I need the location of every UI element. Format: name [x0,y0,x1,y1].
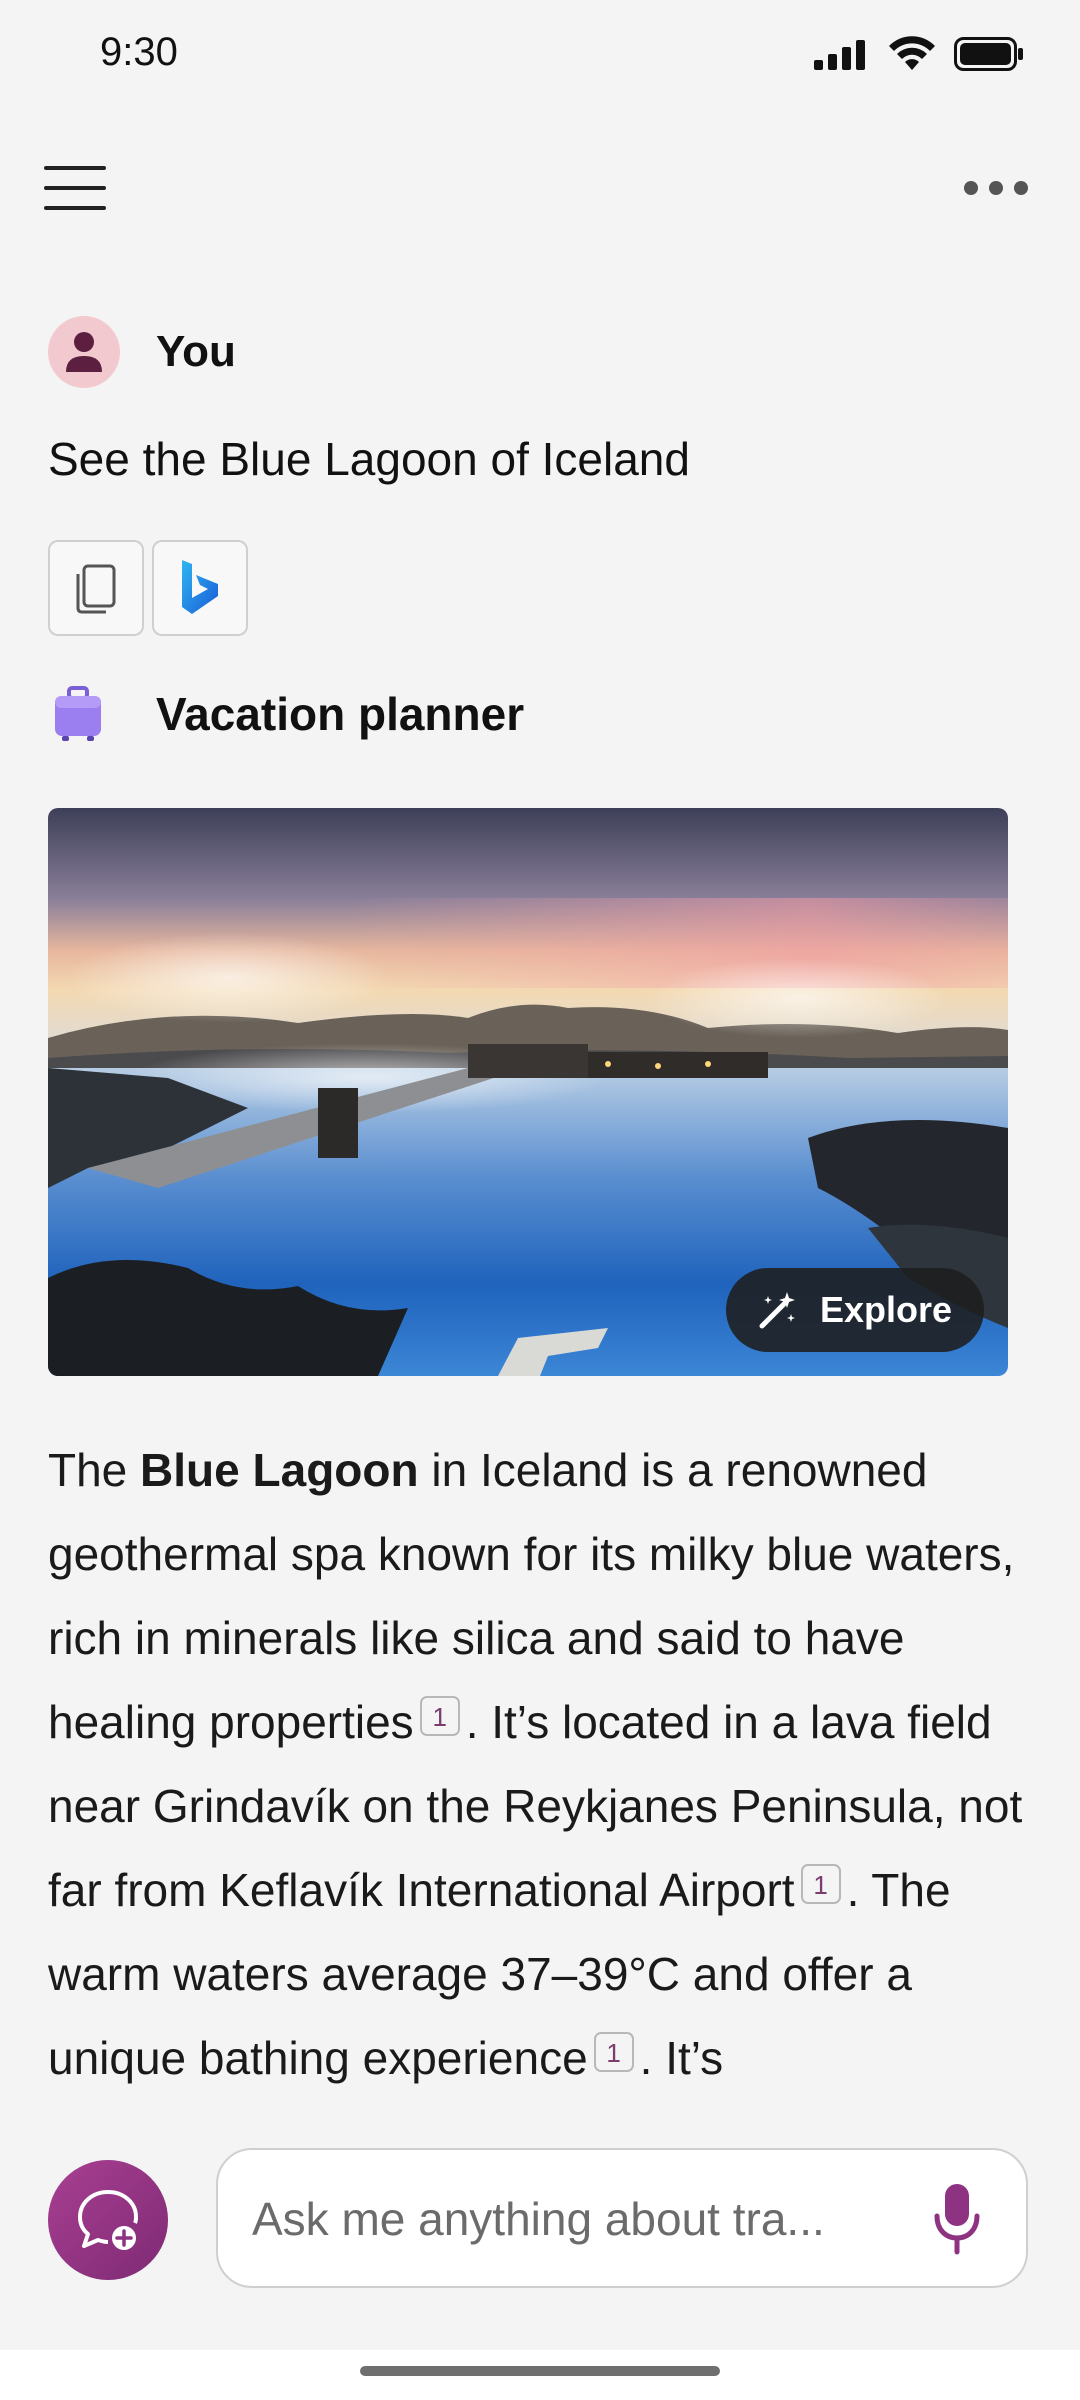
status-time: 9:30 [100,30,178,74]
assistant-header: Vacation planner [52,686,524,742]
assistant-name: Vacation planner [156,688,525,740]
user-name: You [156,327,236,376]
answer-text: . It’s [639,2032,724,2084]
more-icon [964,181,978,195]
explore-button[interactable]: Explore [726,1268,984,1352]
hamburger-line [44,186,106,190]
chat-input-placeholder[interactable]: Ask me anything about tra... [252,2192,872,2246]
user-message-header: You [48,316,236,388]
user-message-text: See the Blue Lagoon of Iceland [48,433,690,485]
magic-wand-icon [759,1292,795,1329]
home-indicator[interactable] [360,2366,720,2376]
chat-input-box[interactable]: Ask me anything about tra... [216,2148,1028,2288]
explore-label: Explore [819,1289,953,1330]
citation-badge[interactable]: 1 [593,2032,634,2072]
battery-icon [954,37,1023,71]
app-screen: 9:30 You See the Blue Lagoon of Iceland … [0,0,1080,2400]
hamburger-line [44,206,106,210]
message-actions [48,540,248,636]
user-avatar [48,316,120,388]
citation-badge[interactable]: 1 [419,1696,460,1736]
more-dot [1014,181,1028,195]
hamburger-icon [44,166,106,170]
copy-button[interactable] [48,540,144,636]
answer-text: The [48,1444,141,1496]
person-icon [66,332,102,372]
more-options-button[interactable] [964,178,1028,198]
suitcase-icon [55,686,101,741]
new-chat-button[interactable] [48,2160,168,2280]
copy-icon [76,564,116,614]
bing-search-button[interactable] [152,540,248,636]
citation-badge[interactable]: 1 [800,1864,841,1904]
wifi-icon [889,36,935,70]
new-chat-icon [78,2190,139,2250]
menu-button[interactable] [44,166,106,210]
answer-bold-term: Blue Lagoon [140,1444,419,1496]
bing-icon [182,560,218,614]
microphone-icon [934,2184,980,2255]
microphone-button[interactable] [932,2182,982,2258]
assistant-answer: The Blue Lagoon in Iceland is a renowned… [48,1428,1038,2100]
more-dot [989,181,1003,195]
status-icons [814,36,1024,72]
status-bar: 9:30 [0,0,1080,110]
signal-icon [814,40,865,70]
